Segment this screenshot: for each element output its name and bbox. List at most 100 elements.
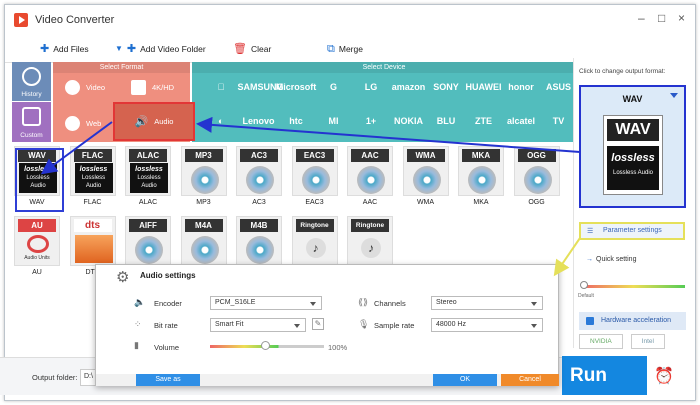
select-format-header: Select Format [53, 62, 190, 73]
encoder-label: Encoder [154, 299, 182, 308]
channels-label: Channels [374, 299, 406, 308]
format-tile[interactable]: AAC AAC [347, 146, 393, 206]
clear-button[interactable]: 🗑 Clear [233, 43, 271, 55]
chevron-down-icon[interactable] [670, 93, 678, 98]
device-r1-5[interactable]: amazon [388, 82, 430, 92]
volume-icon: ▮ [134, 340, 139, 350]
minimize-button[interactable]: – [638, 12, 645, 24]
output-format-box[interactable]: WAV WAV lossless Lossless Audio [579, 85, 686, 208]
channels-select[interactable]: Stereo [431, 296, 543, 310]
quality-slider-knob[interactable] [580, 281, 588, 289]
encoder-select[interactable]: PCM_S16LE [210, 296, 322, 310]
alarm-clock-icon[interactable]: ⏰ [654, 366, 674, 386]
plus-icon: ✚ [126, 43, 137, 55]
save-as-button[interactable]: Save as [136, 374, 200, 386]
format-video[interactable]: Video [65, 80, 105, 95]
hardware-acceleration-toggle[interactable]: Hardware acceleration [579, 312, 686, 330]
ok-button[interactable]: OK [433, 374, 497, 386]
gpu-chips: NVIDIA Intel [579, 334, 665, 349]
device-r1-4[interactable]: LG [350, 82, 392, 92]
trash-icon: 🗑 [233, 43, 247, 55]
format-tile[interactable]: MP3 MP3 [180, 146, 227, 206]
format-badge: Ringtone [295, 219, 334, 232]
device-r1-3[interactable]: G [313, 82, 355, 92]
device-r2-2[interactable]: htc [275, 116, 317, 126]
nvidia-chip[interactable]: NVIDIA [579, 334, 623, 349]
format-badge: M4B [240, 219, 278, 232]
bitrate-select[interactable]: Smart Fit [210, 318, 306, 332]
device-r1-8[interactable]: honor [500, 82, 542, 92]
history-tab[interactable]: History [12, 62, 51, 101]
format-tile[interactable]: Ringtone ♪ [347, 216, 393, 269]
add-files-button[interactable]: ✚ Add Files [40, 44, 89, 55]
format-audio[interactable]: 🔊 Audio [113, 102, 195, 141]
device-r1-2[interactable]: Microsoft [275, 82, 317, 92]
audio-settings-dialog: ⚙ Audio settings 🔈 Encoder PCM_S16LE ⁘ B… [95, 264, 559, 386]
app-title: Video Converter [35, 14, 115, 26]
parameter-settings-button[interactable]: ☰ Parameter settings [579, 222, 685, 240]
quality-slider[interactable] [582, 285, 685, 288]
cancel-button[interactable]: Cancel [501, 374, 559, 386]
format-tile[interactable]: MKA MKA [458, 146, 504, 206]
custom-tab[interactable]: Custom [12, 102, 51, 142]
device-r1-0[interactable]:  [200, 82, 242, 92]
format-label: AC3 [252, 199, 266, 206]
microphone-icon: 🎙 [358, 319, 370, 329]
format-thumbnail: M4A [180, 216, 227, 266]
format-tile[interactable]: AU Audio Units AU [14, 216, 60, 276]
format-tile[interactable]: AIFF [125, 216, 171, 269]
default-label: Default [578, 293, 594, 299]
format-tile[interactable]: M4A [180, 216, 227, 269]
device-r2-4[interactable]: 1+ [350, 116, 392, 126]
device-r1-7[interactable]: HUAWEI [463, 82, 505, 92]
volume-label: Volume [154, 343, 180, 352]
device-r2-3[interactable]: MI [313, 116, 355, 126]
close-button[interactable]: × [678, 12, 685, 24]
format-badge: AU [18, 219, 56, 232]
device-r2-1[interactable]: Lenovo [238, 116, 280, 126]
run-button[interactable]: Run [562, 356, 647, 395]
format-tile[interactable]: FLAC lossless Lossless Audio FLAC [69, 146, 116, 206]
dts-icon [74, 235, 113, 263]
add-video-folder-button[interactable]: ▼ ✚ Add Video Folder [115, 43, 206, 55]
format-tile[interactable]: Ringtone ♪ [291, 216, 338, 269]
maximize-button[interactable]: □ [658, 12, 665, 24]
format-badge: EAC3 [295, 149, 334, 162]
format-badge: OGG [517, 149, 556, 162]
format-thumbnail: Ringtone ♪ [291, 216, 338, 266]
dts-badge: dts [73, 219, 112, 232]
music-disc-icon [468, 166, 496, 194]
channels-icon: ⟪⟫ [358, 297, 369, 307]
format-tile[interactable]: ALAC lossless Lossless Audio ALAC [125, 146, 171, 206]
device-r2-5[interactable]: NOKIA [388, 116, 430, 126]
music-disc-icon [301, 166, 330, 194]
music-disc-icon [523, 166, 552, 194]
select-device-section: Select Device SAMSUNGMicrosoftGLGamazon… [192, 62, 576, 142]
edit-icon[interactable]: ✎ [312, 318, 324, 330]
device-r1-6[interactable]: SONY [425, 82, 467, 92]
arrow-icon: → [586, 256, 593, 263]
format-tile[interactable]: OGG OGG [513, 146, 560, 206]
device-r2-8[interactable]: alcatel [500, 116, 542, 126]
music-disc-icon [246, 236, 274, 264]
bitrate-label: Bit rate [154, 321, 178, 330]
sliders-icon: ☰ [587, 228, 594, 235]
clock-icon [22, 67, 41, 86]
format-tile[interactable]: AC3 AC3 [236, 146, 282, 206]
intel-chip[interactable]: Intel [630, 334, 665, 349]
format-tile[interactable]: WMA WMA [402, 146, 449, 206]
format-4k-hd[interactable]: 4K/HD [131, 80, 174, 95]
device-r1-1[interactable]: SAMSUNG [238, 82, 284, 92]
output-panel: Click to change output format: WAV WAV l… [573, 58, 691, 349]
samplerate-select[interactable]: 48000 Hz [431, 318, 543, 332]
merge-button[interactable]: ⧉ Merge [327, 43, 363, 55]
format-web[interactable]: Web [65, 116, 101, 131]
format-tile[interactable]: EAC3 EAC3 [291, 146, 338, 206]
device-r2-0[interactable]: ◐ [200, 116, 242, 126]
device-r2-6[interactable]: BLU [425, 116, 467, 126]
merge-icon: ⧉ [327, 43, 335, 55]
checkbox-icon[interactable] [586, 317, 594, 325]
format-tile[interactable]: M4B [236, 216, 282, 269]
volume-slider-knob[interactable] [261, 341, 270, 350]
device-r2-7[interactable]: ZTE [463, 116, 505, 126]
